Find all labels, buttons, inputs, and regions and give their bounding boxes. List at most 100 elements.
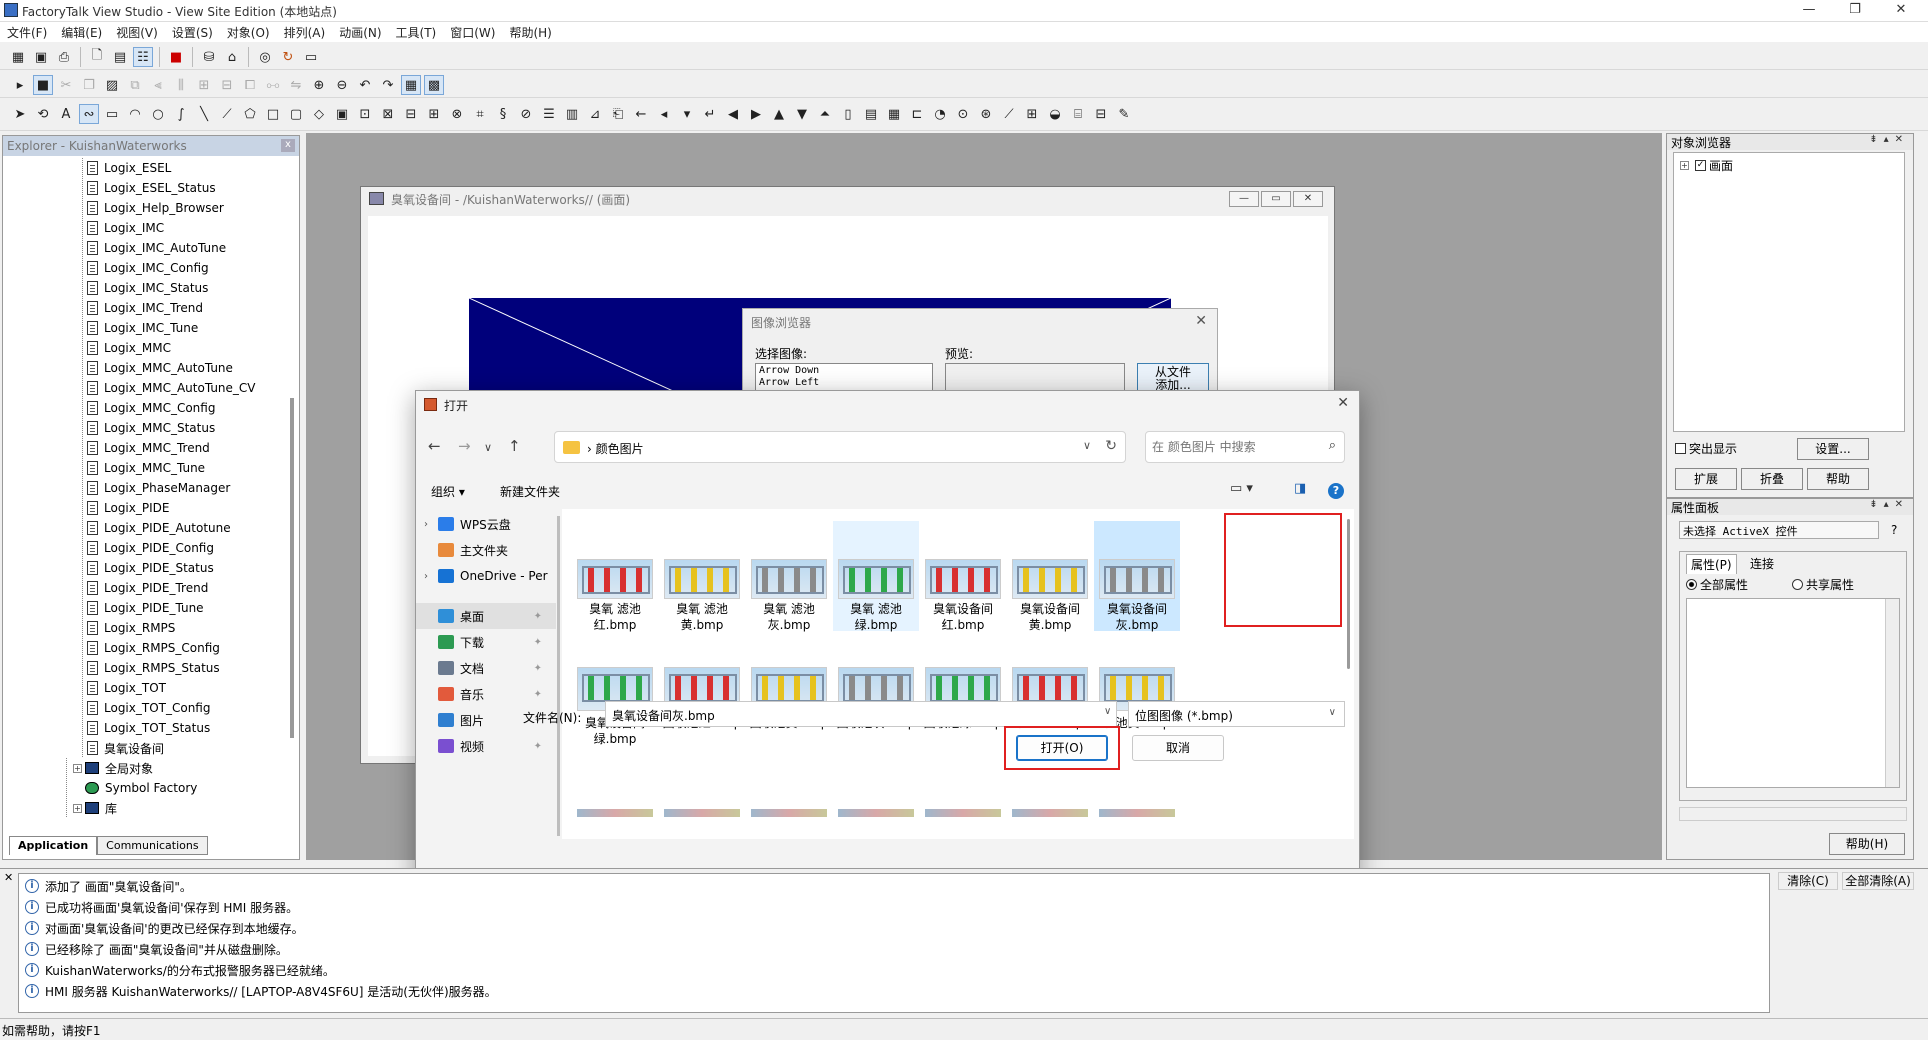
tree-item[interactable]: Logix_RMPS: [87, 618, 175, 638]
arrow-left-icon[interactable]: ←: [631, 104, 651, 124]
help-button[interactable]: 帮助: [1807, 468, 1869, 490]
arc-icon[interactable]: ◠: [125, 104, 145, 124]
filetype-dropdown-icon[interactable]: ∨: [1329, 707, 1336, 718]
tree-item[interactable]: Logix_TOT_Status: [87, 718, 210, 738]
panel-controls[interactable]: ⇟▴✕: [1869, 499, 1909, 510]
tree-item[interactable]: Logix_Help_Browser: [87, 198, 224, 218]
display-maximize-button[interactable]: ▭: [1261, 191, 1291, 207]
trend-icon[interactable]: ⟋: [999, 104, 1019, 124]
clear-button[interactable]: 清除(C): [1778, 872, 1838, 890]
image-list-item[interactable]: Arrow Left: [759, 377, 929, 389]
diagnostics-icon[interactable]: ⌂: [222, 47, 242, 67]
object-tree-root[interactable]: + ✓ 画面: [1680, 157, 1733, 174]
output-message[interactable]: i 添加了 画面"臭氧设备间"。: [25, 876, 192, 896]
interlock-icon[interactable]: ⊞: [424, 104, 444, 124]
collapse-button[interactable]: 折叠: [1741, 468, 1803, 490]
spreadsheet-icon[interactable]: ⊞: [1022, 104, 1042, 124]
display-minimize-button[interactable]: —: [1229, 191, 1259, 207]
run-icon[interactable]: ▸: [10, 75, 30, 95]
tree-item[interactable]: Logix_MMC: [87, 338, 171, 358]
curve-icon[interactable]: ∫: [171, 104, 191, 124]
square-icon[interactable]: □: [263, 104, 283, 124]
expand-chevron-icon[interactable]: ›: [424, 571, 438, 582]
file-thumbnail-partial[interactable]: [1099, 809, 1175, 817]
select-pointer-icon[interactable]: ➤: [10, 104, 30, 124]
organize-button[interactable]: 组织 ▾: [431, 483, 465, 500]
tree-item[interactable]: Logix_MMC_AutoTune_CV: [87, 378, 256, 398]
output-message[interactable]: i 对画面'臭氧设备间'的更改已经保存到本地缓存。: [25, 918, 304, 938]
tree-folder[interactable]: + 库: [73, 798, 117, 818]
return-icon[interactable]: ↵: [700, 104, 720, 124]
highlight-checkbox[interactable]: 突出显示: [1675, 440, 1737, 457]
new-file-icon[interactable]: 🗋: [87, 47, 107, 67]
test-stop-icon[interactable]: ■: [33, 75, 53, 95]
scrollbar-thumb[interactable]: [290, 398, 294, 738]
save-icon[interactable]: ▣: [31, 47, 51, 67]
tree-item[interactable]: Logix_PIDE_Config: [87, 538, 214, 558]
nav-scrollbar[interactable]: [557, 516, 560, 836]
tree-item[interactable]: Logix_PIDE_Autotune: [87, 518, 231, 538]
expand-chevron-icon[interactable]: ›: [424, 519, 438, 530]
file-item[interactable]: 臭氧 滤池红.bmp: [572, 521, 658, 632]
nav-item[interactable]: › OneDrive - Per: [416, 563, 556, 589]
gauge-icon[interactable]: ◒: [1045, 104, 1065, 124]
file-thumbnail-partial[interactable]: [925, 809, 1001, 817]
tree-item[interactable]: Logix_PIDE: [87, 498, 169, 518]
file-scrollbar[interactable]: [1347, 519, 1350, 669]
settings-button[interactable]: 设置...: [1797, 438, 1869, 460]
tree-item[interactable]: Logix_PIDE_Trend: [87, 578, 208, 598]
down-icon[interactable]: ▼: [792, 104, 812, 124]
tab-application[interactable]: Application: [9, 836, 98, 855]
display-close-button[interactable]: ✕: [1293, 191, 1323, 207]
rounded-rect-icon[interactable]: ▢: [286, 104, 306, 124]
search-box[interactable]: ⌕: [1145, 431, 1345, 463]
refresh-icon[interactable]: ↻: [278, 47, 298, 67]
radio-icon[interactable]: [1792, 579, 1803, 590]
wedge-icon[interactable]: ◇: [309, 104, 329, 124]
expand-button[interactable]: 扩展: [1675, 468, 1737, 490]
tree-item[interactable]: Logix_ESEL: [87, 158, 171, 178]
file-item[interactable]: 臭氧设备间灰.bmp: [1094, 521, 1180, 632]
multistate-icon[interactable]: ⊡: [355, 104, 375, 124]
tree-item[interactable]: Logix_PIDE_Tune: [87, 598, 204, 618]
chart-icon[interactable]: ⌸: [1068, 104, 1088, 124]
snap-icon[interactable]: ▩: [424, 75, 444, 95]
graph-icon[interactable]: ▤: [861, 104, 881, 124]
breadcrumb[interactable]: › 颜色图片: [587, 440, 644, 457]
expand-icon[interactable]: +: [1680, 161, 1689, 170]
nav-item[interactable]: › WPS云盘: [416, 511, 556, 537]
tree-item[interactable]: 臭氧设备间: [87, 738, 164, 758]
file-thumbnail-partial[interactable]: [664, 809, 740, 817]
output-close-icon[interactable]: ✕: [4, 871, 13, 884]
checkbox-icon[interactable]: [1675, 443, 1686, 454]
rotate-icon[interactable]: ⟲: [33, 104, 53, 124]
file-thumbnail-partial[interactable]: [577, 809, 653, 817]
close-button[interactable]: ✕: [1878, 0, 1924, 22]
explorer-close-button[interactable]: x: [281, 139, 295, 152]
tree-item[interactable]: Logix_IMC_AutoTune: [87, 238, 226, 258]
new-folder-button[interactable]: 新建文件夹: [500, 483, 560, 500]
globe-icon[interactable]: ⊛: [976, 104, 996, 124]
radio-all-props[interactable]: 全部属性: [1686, 576, 1748, 593]
file-item[interactable]: 臭氧 滤池灰.bmp: [746, 521, 832, 632]
menu-edit[interactable]: 编辑(E): [54, 22, 109, 43]
menu-help[interactable]: 帮助(H): [502, 22, 558, 43]
page-icon[interactable]: ▯: [838, 104, 858, 124]
file-thumbnail-partial[interactable]: [1012, 809, 1088, 817]
ungroup-icon[interactable]: ⊟: [217, 75, 237, 95]
open-folder-icon[interactable]: ▤: [110, 47, 130, 67]
file-item[interactable]: 臭氧 滤池黄.bmp: [659, 521, 745, 632]
back-arrow-icon[interactable]: ←: [428, 437, 441, 455]
undo-icon[interactable]: ↶: [355, 75, 375, 95]
polygon-icon[interactable]: ⬠: [240, 104, 260, 124]
minimize-button[interactable]: —: [1786, 0, 1832, 22]
output-message-list[interactable]: i 添加了 画面"臭氧设备间"。 i 已成功将画面'臭氧设备间'保存到 HMI 服务器…: [18, 873, 1770, 1013]
string-display-icon[interactable]: §: [493, 104, 513, 124]
display-icon[interactable]: ▭: [301, 47, 321, 67]
grid-icon[interactable]: ▦: [401, 75, 421, 95]
search-icon[interactable]: ⌕: [1329, 438, 1336, 453]
tree-item[interactable]: Logix_TOT_Config: [87, 698, 210, 718]
rectangle-icon[interactable]: ▭: [102, 104, 122, 124]
restore-button[interactable]: ❐: [1832, 0, 1878, 22]
pencil-icon[interactable]: ✎: [1114, 104, 1134, 124]
